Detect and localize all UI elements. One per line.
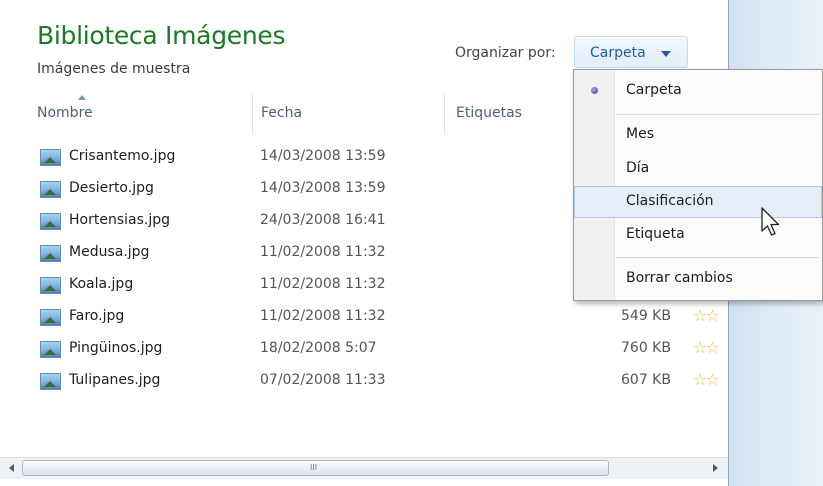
- file-name: Tulipanes.jpg: [69, 372, 161, 388]
- menu-item-label: Carpeta: [626, 82, 682, 98]
- menu-item-clasificacion[interactable]: Clasificación: [574, 186, 822, 218]
- organize-by-dropdown[interactable]: Carpeta: [574, 36, 688, 68]
- file-date: 07/02/2008 11:33: [260, 372, 386, 388]
- menu-item-carpeta[interactable]: Carpeta: [574, 75, 822, 107]
- menu-item-label: Mes: [626, 126, 654, 142]
- organize-by-value: Carpeta: [590, 45, 646, 61]
- file-date: 14/03/2008 13:59: [260, 180, 386, 196]
- image-file-icon: [40, 245, 61, 262]
- file-name: Desierto.jpg: [69, 180, 154, 196]
- image-file-icon: [40, 213, 61, 230]
- image-file-icon: [40, 309, 61, 326]
- scrollbar-thumb[interactable]: III: [22, 460, 609, 476]
- image-file-icon: [40, 277, 61, 294]
- star-rating-icon[interactable]: ☆☆: [693, 338, 720, 357]
- image-file-icon: [40, 341, 61, 358]
- image-file-icon: [40, 181, 61, 198]
- image-file-icon: [40, 149, 61, 166]
- file-row[interactable]: Tulipanes.jpg 07/02/2008 11:33 607 KB ☆☆: [0, 367, 728, 399]
- file-name: Pingüinos.jpg: [69, 340, 163, 356]
- file-name: Hortensias.jpg: [69, 212, 170, 228]
- sort-ascending-icon: [78, 95, 86, 100]
- menu-item-dia[interactable]: Día: [574, 153, 822, 185]
- menu-separator: [616, 114, 819, 115]
- radio-bullet-icon: [591, 87, 598, 94]
- file-name: Crisantemo.jpg: [69, 148, 176, 164]
- menu-item-mes[interactable]: Mes: [574, 119, 822, 151]
- menu-item-borrar-cambios[interactable]: Borrar cambios: [574, 263, 822, 295]
- menu-item-label: Etiqueta: [626, 226, 685, 242]
- organize-by-menu: Carpeta Mes Día Clasificación Etiqueta B…: [573, 69, 823, 301]
- file-name: Medusa.jpg: [69, 244, 150, 260]
- horizontal-scrollbar[interactable]: III: [0, 457, 728, 479]
- column-header-tags[interactable]: Etiquetas: [456, 105, 522, 121]
- scrollbar-grip: III: [310, 463, 318, 472]
- scroll-right-icon[interactable]: [713, 464, 718, 472]
- file-size: 549 KB: [621, 308, 671, 324]
- column-divider[interactable]: [252, 94, 253, 134]
- image-file-icon: [40, 373, 61, 390]
- library-subtitle: Imágenes de muestra: [37, 61, 191, 77]
- file-date: 11/02/2008 11:32: [260, 276, 386, 292]
- chevron-down-icon: [661, 51, 671, 57]
- file-date: 11/02/2008 11:32: [260, 308, 386, 324]
- organize-by-label: Organizar por:: [455, 45, 556, 61]
- menu-separator: [616, 257, 819, 258]
- star-rating-icon[interactable]: ☆☆: [693, 370, 720, 389]
- menu-item-label: Día: [626, 160, 650, 176]
- file-date: 24/03/2008 16:41: [260, 212, 386, 228]
- file-row[interactable]: Faro.jpg 11/02/2008 11:32 549 KB ☆☆: [0, 303, 728, 335]
- menu-item-label: Borrar cambios: [626, 270, 733, 286]
- column-header-name[interactable]: Nombre: [37, 105, 93, 121]
- file-date: 11/02/2008 11:32: [260, 244, 386, 260]
- file-row[interactable]: Pingüinos.jpg 18/02/2008 5:07 760 KB ☆☆: [0, 335, 728, 367]
- library-title: Biblioteca Imágenes: [37, 21, 286, 50]
- file-name: Faro.jpg: [69, 308, 125, 324]
- column-header-date[interactable]: Fecha: [261, 105, 302, 121]
- mouse-pointer-icon: [761, 207, 780, 236]
- scroll-left-icon[interactable]: [9, 464, 14, 472]
- file-name: Koala.jpg: [69, 276, 134, 292]
- column-divider[interactable]: [444, 94, 445, 134]
- file-size: 607 KB: [621, 372, 671, 388]
- file-size: 760 KB: [621, 340, 671, 356]
- menu-item-label: Clasificación: [626, 193, 714, 209]
- star-rating-icon[interactable]: ☆☆: [693, 306, 720, 325]
- file-date: 18/02/2008 5:07: [260, 340, 377, 356]
- file-date: 14/03/2008 13:59: [260, 148, 386, 164]
- menu-item-etiqueta[interactable]: Etiqueta: [574, 219, 822, 251]
